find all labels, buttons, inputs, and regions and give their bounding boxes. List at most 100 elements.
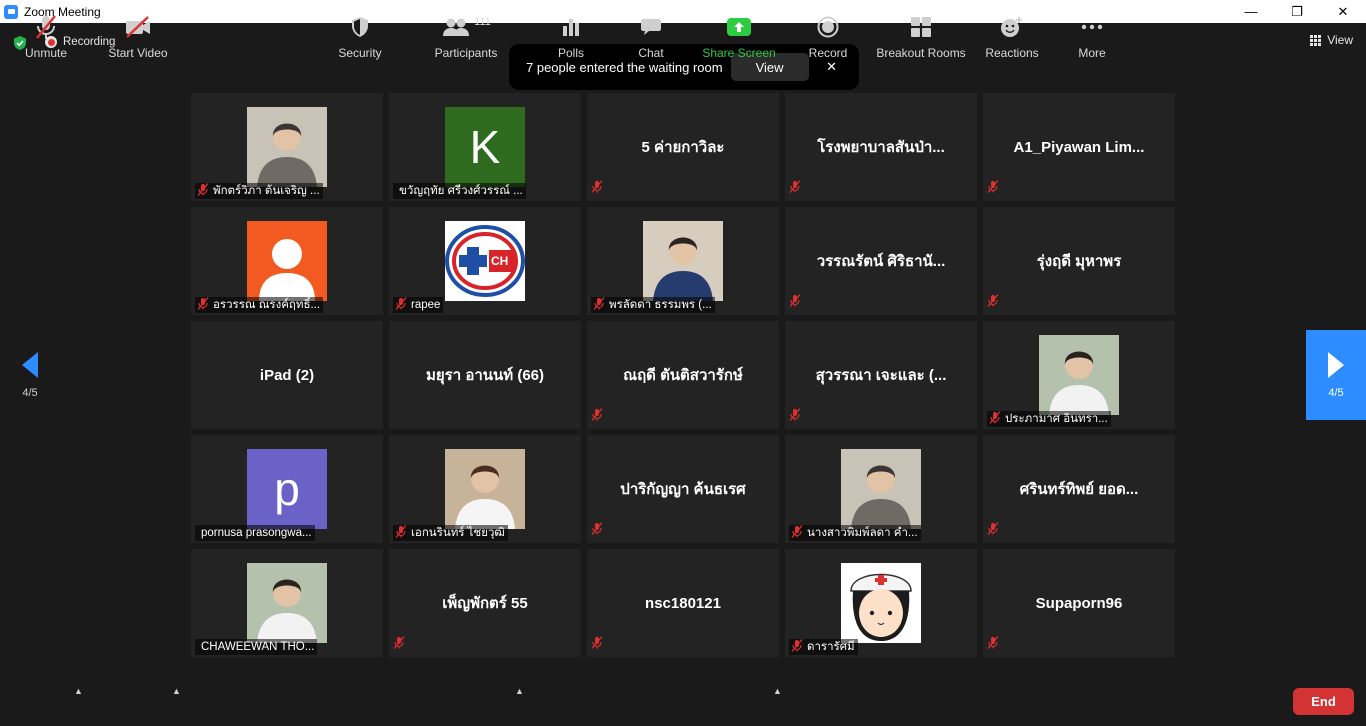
start-video-button[interactable]: Start Video bbox=[106, 0, 170, 60]
participant-label: rapee bbox=[393, 297, 444, 313]
participant-name: พรลัดดา ธรรมพร (... bbox=[609, 299, 712, 311]
participant-tile[interactable]: โรงพยาบาลสันป่า... bbox=[785, 93, 977, 201]
participant-label: CHAWEEWAN THO... bbox=[195, 639, 318, 655]
video-options-caret-icon[interactable]: ▲ bbox=[172, 686, 181, 696]
hospital-logo-text: CH bbox=[491, 254, 509, 268]
security-button[interactable]: Security bbox=[336, 0, 384, 60]
participant-tile[interactable]: CH rapee bbox=[389, 207, 581, 315]
breakout-rooms-icon bbox=[910, 12, 932, 42]
participant-name: มยุรา อานนท์ (66) bbox=[426, 367, 544, 384]
participant-tile[interactable]: iPad (2) bbox=[191, 321, 383, 429]
share-screen-button[interactable]: Share Screen bbox=[702, 0, 776, 60]
participant-label: ดารารัศมี bbox=[789, 639, 858, 655]
security-label: Security bbox=[338, 46, 382, 60]
participant-tile[interactable]: อรวรรณ ณรงค์ฤทธิ์... bbox=[191, 207, 383, 315]
avatar: K bbox=[445, 107, 525, 187]
participant-tile[interactable]: ประภามาศ อินทรา... bbox=[983, 321, 1175, 429]
participant-tile[interactable]: nsc180121 bbox=[587, 549, 779, 657]
participant-tile[interactable]: A1_Piyawan Lim... bbox=[983, 93, 1175, 201]
previous-page-button[interactable]: 4/5 bbox=[0, 330, 60, 420]
participant-name: สุวรรณา เจะและ (... bbox=[815, 367, 947, 384]
participant-name: วรรณรัตน์ ศิริธานั... bbox=[816, 253, 946, 270]
participant-tile[interactable]: CHAWEEWAN THO... bbox=[191, 549, 383, 657]
end-meeting-button[interactable]: End bbox=[1293, 688, 1354, 715]
gallery-grid: พักตร์วิภา ต้นเจริญ ... K ขวัญฤทัย ศรีวงศ์… bbox=[191, 93, 1175, 657]
participant-tile[interactable]: ปาริกัญญา ค้นธเรศ bbox=[587, 435, 779, 543]
share-options-caret-icon[interactable]: ▲ bbox=[773, 686, 782, 696]
polls-button[interactable]: Polls bbox=[551, 0, 591, 60]
audio-options-caret-icon[interactable]: ▲ bbox=[74, 686, 83, 696]
record-label: Record bbox=[808, 46, 848, 60]
participant-tile[interactable]: Supaporn96 bbox=[983, 549, 1175, 657]
maximize-button[interactable]: ❐ bbox=[1274, 0, 1320, 23]
participant-label: เอกนรินทร์ ไชยวุฒิ bbox=[393, 525, 508, 541]
muted-mic-icon bbox=[791, 525, 803, 541]
chat-button[interactable]: Chat bbox=[631, 0, 671, 60]
participant-tile[interactable]: เพ็ญพักตร์ 55 bbox=[389, 549, 581, 657]
title-bar: Zoom Meeting — ❐ ✕ bbox=[0, 0, 1366, 23]
participant-tile[interactable]: นางสาวพิมพ์ลดา คำ... bbox=[785, 435, 977, 543]
participant-tile[interactable]: รุ่งฤดี มุหาพร bbox=[983, 207, 1175, 315]
hospital-logo: CH bbox=[445, 221, 525, 301]
view-label: View bbox=[1327, 33, 1353, 47]
breakout-rooms-button[interactable]: Breakout Rooms bbox=[875, 0, 967, 60]
muted-mic-icon bbox=[395, 525, 407, 541]
participant-label: อรวรรณ ณรงค์ฤทธิ์... bbox=[195, 297, 324, 313]
minimize-button[interactable]: — bbox=[1228, 0, 1274, 23]
participant-name: รุ่งฤดี มุหาพร bbox=[1036, 253, 1122, 270]
participants-button[interactable]: 111 Participants bbox=[432, 0, 500, 60]
participants-options-caret-icon[interactable]: ▲ bbox=[515, 686, 524, 696]
close-button[interactable]: ✕ bbox=[1320, 0, 1366, 23]
participant-photo bbox=[445, 449, 525, 529]
participant-tile[interactable]: มยุรา อานนท์ (66) bbox=[389, 321, 581, 429]
participant-name: ดารารัศมี bbox=[807, 641, 855, 653]
unmute-label: Unmute bbox=[24, 46, 68, 60]
participant-tile[interactable]: สุวรรณา เจะและ (... bbox=[785, 321, 977, 429]
participants-count: 111 bbox=[474, 16, 491, 28]
participant-name: Supaporn96 bbox=[1035, 594, 1123, 612]
participant-name: nsc180121 bbox=[645, 594, 721, 612]
record-button[interactable]: Record bbox=[806, 0, 850, 60]
notification-close-icon[interactable]: ✕ bbox=[825, 59, 839, 74]
reactions-button[interactable]: Reactions bbox=[984, 0, 1040, 60]
page-indicator-left: 4/5 bbox=[22, 387, 38, 399]
participant-name: rapee bbox=[411, 299, 441, 311]
chat-bubble-icon bbox=[640, 12, 662, 42]
participant-tile[interactable]: วรรณรัตน์ ศิริธานั... bbox=[785, 207, 977, 315]
participant-tile[interactable]: ดารารัศมี bbox=[785, 549, 977, 657]
participant-tile[interactable]: พรลัดดา ธรรมพร (... bbox=[587, 207, 779, 315]
participant-tile[interactable]: เอกนรินทร์ ไชยวุฒิ bbox=[389, 435, 581, 543]
muted-mic-icon bbox=[197, 297, 209, 313]
participants-label: Participants bbox=[434, 46, 498, 60]
breakout-rooms-label: Breakout Rooms bbox=[876, 46, 966, 60]
chat-label: Chat bbox=[638, 46, 664, 60]
more-dots-icon bbox=[1081, 12, 1103, 42]
more-label: More bbox=[1078, 46, 1106, 60]
participant-tile[interactable]: ณฤดี ตันติสวารักษ์ bbox=[587, 321, 779, 429]
avatar-letter: K bbox=[469, 121, 501, 173]
grid-view-icon bbox=[1310, 34, 1322, 46]
share-screen-icon bbox=[726, 12, 752, 42]
view-button[interactable]: View bbox=[1310, 33, 1353, 47]
participant-name: พักตร์วิภา ต้นเจริญ ... bbox=[213, 185, 320, 197]
muted-mic-icon bbox=[987, 636, 999, 654]
participant-tile[interactable]: พักตร์วิภา ต้นเจริญ ... bbox=[191, 93, 383, 201]
participant-tile[interactable]: K ขวัญฤทัย ศรีวงศ์วรรณ์ ... bbox=[389, 93, 581, 201]
next-page-button[interactable]: 4/5 bbox=[1306, 330, 1366, 420]
more-button[interactable]: More bbox=[1072, 0, 1112, 60]
left-arrow-icon bbox=[22, 352, 38, 378]
nurse-cartoon-avatar bbox=[841, 563, 921, 643]
security-shield-icon bbox=[350, 12, 370, 42]
polls-chart-icon bbox=[561, 12, 581, 42]
default-avatar-icon bbox=[247, 221, 327, 301]
unmute-button[interactable]: Unmute bbox=[20, 0, 72, 60]
page-indicator-right: 4/5 bbox=[1328, 387, 1344, 399]
meeting-toolbar bbox=[0, 666, 1366, 726]
participant-name: ปาริกัญญา ค้นธเรศ bbox=[620, 481, 746, 498]
participant-name: 5 ค่ายกาวิละ bbox=[641, 139, 725, 156]
participant-tile[interactable]: p pornusa prasongwa... bbox=[191, 435, 383, 543]
participant-tile[interactable]: ศรินทร์ทิพย์ ยอด... bbox=[983, 435, 1175, 543]
participant-name: ณฤดี ตันติสวารักษ์ bbox=[623, 367, 743, 384]
participant-tile[interactable]: 5 ค่ายกาวิละ bbox=[587, 93, 779, 201]
muted-mic-icon bbox=[591, 408, 603, 426]
